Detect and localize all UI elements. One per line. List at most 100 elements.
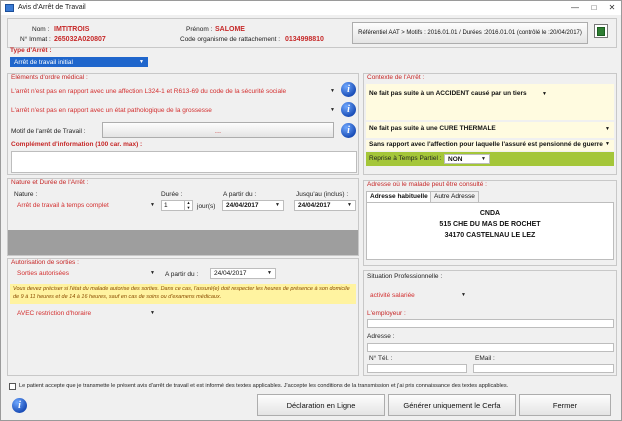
sorties-apartir-value: 24/04/2017 [214,270,247,277]
chevron-down-icon: ▼ [481,156,486,162]
info-icon[interactable]: i [12,398,27,413]
sorties-select[interactable]: Sorties autorisées ▼ [17,269,155,278]
employeur-input[interactable] [367,319,614,328]
cure-select[interactable]: Ne fait pas suite à une CURE THERMALE ▼ [366,122,614,138]
adresse-section: Adresse où le malade peut être consulté … [363,180,617,266]
grossesse-select[interactable]: L'arrêt n'est pas en rapport avec un éta… [11,106,335,115]
chevron-down-icon: ▼ [139,59,144,65]
chevron-down-icon: ▼ [150,310,155,316]
duree-unit: jour(s) [197,203,216,210]
contexte-section: Contexte de l'Arrêt : Ne fait pas suite … [363,73,617,175]
fermer-button[interactable]: Fermer [519,394,611,416]
sorties-title: Autorisation de sorties : [11,259,79,266]
employeur-label: L'employeur : [367,310,406,317]
consent-checkbox[interactable] [9,383,16,390]
adresse-panel: CNDA 515 CHE DU MAS DE ROCHET 34170 CAST… [366,202,614,260]
patient-header: Nom : IMTITROIS N° Immat : 265032A020807… [7,18,617,48]
generer-cerfa-button[interactable]: Générer uniquement le Cerfa [388,394,516,416]
prenom-label: Prénom : [186,26,213,33]
info-icon[interactable]: i [341,102,356,117]
minimize-button[interactable]: — [566,1,584,15]
app-icon [5,4,14,12]
info-icon[interactable]: i [341,82,356,97]
chevron-down-icon: ▼ [330,107,335,113]
adresse-line-1: CNDA [479,210,501,217]
adresse-title: Adresse où le malade peut être consulté … [367,181,487,188]
type-arret-label: Type d'Arrêt : [10,47,52,54]
title-bar: Avis d'Arrêt de Travail — □ ✕ [1,1,621,15]
immat-value: 265032A020807 [54,36,106,43]
duree-stepper[interactable]: 1 ▲ ▼ [161,200,193,211]
affection-select[interactable]: L'arrêt n'est pas en rapport avec une af… [11,87,335,96]
nom-value: IMTITROIS [54,26,90,33]
chevron-down-icon: ▼ [542,91,547,97]
nom-label: Nom : [32,26,50,33]
situation-section: Situation Professionnelle : activité sal… [363,270,617,376]
chevron-down-icon: ▼ [461,292,466,298]
tel-input[interactable] [367,364,467,373]
sorties-date-picker[interactable]: 24/04/2017 ▼ [210,268,276,279]
nature-value: Arrêt de travail à temps complet [17,202,109,209]
accident-select[interactable]: Ne fait pas suite à un ACCIDENT causé pa… [366,84,614,120]
duree-label: Durée : [161,191,183,198]
info-icon[interactable]: i [341,123,356,138]
referentiel-button[interactable]: Référentiel AAT > Motifs : 2016.01.01 / … [352,22,588,44]
complement-input[interactable] [11,151,357,173]
apartir-date-picker[interactable]: 24/04/2017 ▼ [222,200,284,211]
declaration-en-ligne-button[interactable]: Déclaration en Ligne [257,394,385,416]
jusquau-value: 24/04/2017 [298,202,331,209]
elements-medicaux-section: Eléments d'ordre médical : L'arrêt n'est… [7,73,359,175]
restriction-select[interactable]: AVEC restriction d'horaire ▼ [17,309,155,318]
chevron-down-icon: ▼ [150,202,155,208]
pension-select[interactable]: Sans rapport avec l'affection pour laque… [366,140,614,151]
cure-value: Ne fait pas suite à une CURE THERMALE [369,125,496,132]
type-arret-select[interactable]: Arrêt de travail initial ▼ [10,57,148,67]
prenom-value: SALOME [215,26,245,33]
stepper-arrows-icon[interactable]: ▲ ▼ [184,200,192,210]
chevron-down-icon: ▼ [347,202,352,208]
sorties-notice: Vous devez préciser si l'état du malade … [10,284,356,304]
reprise-select[interactable]: NON ▼ [444,154,490,164]
adresse-line-2: 515 CHE DU MAS DE ROCHET [439,221,541,228]
type-arret-value: Arrêt de travail initial [14,59,73,66]
arret-travail-window: Avis d'Arrêt de Travail — □ ✕ Nom : IMTI… [0,0,622,421]
adresse-line-3: 34170 CASTELNAU LE LEZ [444,232,536,239]
chevron-down-icon: ▼ [330,88,335,94]
affection-value: L'arrêt n'est pas en rapport avec une af… [11,88,287,95]
elements-medicaux-title: Eléments d'ordre médical : [11,74,88,81]
maximize-button[interactable]: □ [585,1,603,15]
sorties-section: Autorisation de sorties : Sorties autori… [7,258,359,376]
situation-select[interactable]: activité salariée ▼ [370,291,466,300]
motif-label: Motif de l'arrêt de Travail : [11,128,86,135]
employeur-adresse-input[interactable] [367,343,614,352]
situation-title: Situation Professionnelle : [367,273,443,280]
close-button[interactable]: ✕ [603,1,621,15]
accident-value: Ne fait pas suite à un ACCIDENT causé pa… [369,90,527,97]
chevron-down-icon: ▼ [267,270,272,276]
immat-label: N° Immat : [20,36,51,43]
jusquau-date-picker[interactable]: 24/04/2017 ▼ [294,200,356,211]
nature-label: Nature : [14,191,38,198]
chevron-down-icon: ▼ [275,202,280,208]
tab-autre-adresse[interactable]: Autre Adresse [430,191,479,202]
employeur-adresse-label: Adresse : [367,333,395,340]
motif-picker-button[interactable]: ... [102,122,334,138]
duree-value: 1 [164,202,168,209]
nature-duree-title: Nature et Durée de l'Arrêt : [11,179,89,186]
reprise-value: NON [448,156,463,163]
chevron-down-icon: ▼ [150,270,155,276]
nature-select[interactable]: Arrêt de travail à temps complet ▼ [17,201,155,210]
consent-text: Le patient accepte que je transmette le … [19,383,509,389]
duree-info-panel [8,230,358,255]
reprise-label: Reprise à Temps Partiel : [369,155,442,162]
grossesse-value: L'arrêt n'est pas en rapport avec un éta… [11,107,212,114]
sorties-value: Sorties autorisées [17,270,70,277]
contexte-title: Contexte de l'Arrêt : [367,74,425,81]
apartir-label: A partir du : [223,191,257,198]
card-reader-icon[interactable] [594,24,608,38]
code-org-label: Code organisme de rattachement : [180,36,281,43]
tab-adresse-habituelle[interactable]: Adresse habituelle [366,191,432,202]
email-label: EMail : [475,355,495,362]
apartir-value: 24/04/2017 [226,202,259,209]
email-input[interactable] [473,364,614,373]
